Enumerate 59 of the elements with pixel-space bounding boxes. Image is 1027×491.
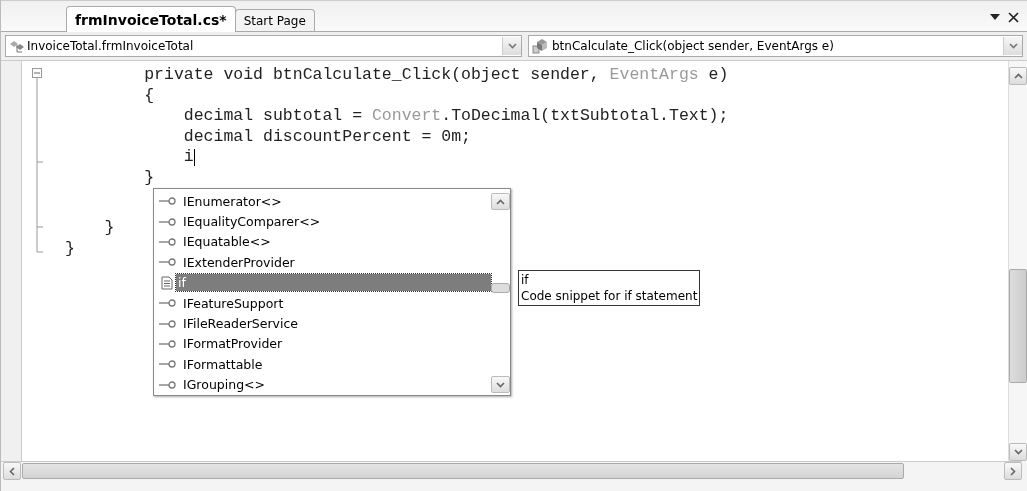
document-tab[interactable]: Start Page — [234, 9, 315, 31]
completion-item[interactable]: IFormattable — [154, 354, 491, 375]
document-tab[interactable]: frmInvoiceTotal.cs* — [66, 6, 236, 32]
type-dropdown[interactable]: InvoiceTotal.frmInvoiceTotal — [5, 35, 522, 57]
class-icon — [9, 39, 25, 53]
scroll-down-button[interactable] — [491, 376, 510, 393]
completion-item[interactable]: IEnumerator<> — [154, 191, 491, 212]
chevron-up-icon — [496, 198, 505, 205]
code-line: } — [144, 167, 155, 188]
code-line: } — [104, 218, 115, 239]
code-line: } — [65, 238, 75, 259]
tooltip-description: Code snippet for if statement — [521, 288, 698, 304]
completion-list[interactable]: IEnumerator<> IEqualityComparer<> IEquatable<> IExtenderProvider if IFeatureSupport IFileReaderService IFormatProvider IFormattable IGrouping<> — [153, 188, 511, 396]
code-line: decimal discountPercent = 0m; — [183, 126, 471, 147]
completion-item[interactable]: IFeatureSupport — [154, 292, 491, 314]
chevron-left-icon — [9, 466, 15, 476]
scroll-right-button[interactable] — [1004, 462, 1022, 480]
chevron-up-icon — [1013, 73, 1023, 79]
code-line: i — [183, 147, 194, 168]
interface-icon — [157, 237, 177, 246]
code-line: { — [144, 85, 155, 106]
horizontal-scrollbar[interactable] — [1, 461, 1022, 480]
completion-item[interactable]: IFileReaderService — [154, 313, 491, 334]
scroll-up-button[interactable] — [491, 193, 510, 210]
chevron-right-icon — [1010, 466, 1016, 476]
tooltip-title: if — [521, 272, 530, 288]
code-line: decimal subtotal = Convert.ToDecimal(txtSubtotal.Text); — [183, 106, 729, 127]
interface-icon — [157, 319, 177, 328]
close-icon[interactable] — [1008, 11, 1019, 23]
scroll-left-button[interactable] — [3, 462, 21, 480]
interface-icon — [157, 197, 177, 206]
chevron-down-icon — [496, 381, 505, 388]
scroll-up-button[interactable] — [1009, 67, 1027, 85]
dropdown-arrow-icon[interactable] — [990, 14, 1000, 20]
dropdown-button[interactable] — [502, 37, 521, 55]
scroll-thumb[interactable] — [1009, 269, 1027, 383]
completion-item[interactable]: IEquatable<> — [154, 231, 491, 253]
interface-icon — [157, 217, 177, 226]
scroll-thumb[interactable] — [22, 463, 904, 479]
completion-item[interactable]: IEqualityComparer<> — [154, 211, 491, 232]
member-dropdown[interactable]: btnCalculate_Click(object sender, EventArgs e) — [528, 35, 1023, 57]
dropdown-button[interactable] — [1003, 37, 1022, 55]
document-icon — [160, 275, 174, 290]
interface-icon — [157, 339, 177, 348]
interface-icon — [157, 380, 177, 389]
interface-icon — [157, 299, 177, 308]
completion-item[interactable]: IGrouping<> — [154, 374, 491, 395]
completion-item[interactable]: IFormatProvider — [154, 333, 491, 355]
chevron-down-icon — [507, 43, 517, 49]
method-icon — [532, 38, 550, 54]
chevron-down-icon — [1013, 449, 1023, 455]
chevron-down-icon — [1008, 43, 1018, 49]
interface-icon — [157, 360, 177, 369]
interface-icon — [157, 258, 177, 267]
completion-item[interactable]: IExtenderProvider — [154, 252, 491, 273]
code-line: private void btnCalculate_Click(object sender, EventArgs e) — [144, 65, 729, 86]
scroll-thumb[interactable] — [491, 283, 510, 293]
vertical-scrollbar[interactable] — [1008, 61, 1027, 461]
scroll-down-button[interactable] — [1009, 443, 1027, 461]
